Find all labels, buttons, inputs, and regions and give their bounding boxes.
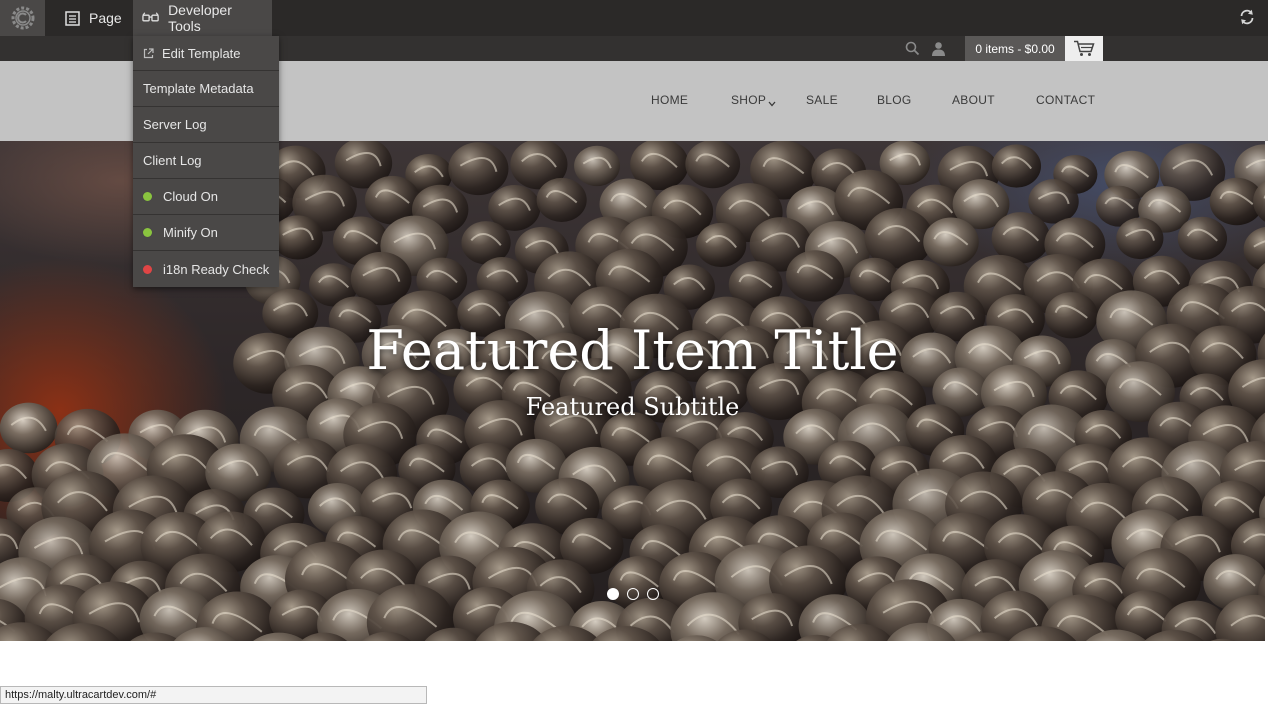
c-gear-logo-icon[interactable] xyxy=(0,0,45,36)
cloud-on-item[interactable]: Cloud On xyxy=(133,179,279,215)
client-log-item[interactable]: Client Log xyxy=(133,143,279,179)
status-bar-url: https://malty.ultracartdev.com/# xyxy=(0,686,427,704)
status-dot-icon xyxy=(143,192,152,201)
developer-tools-label: Developer Tools xyxy=(168,2,232,34)
glasses-icon xyxy=(142,12,159,22)
nav-blog[interactable]: BLOG xyxy=(877,93,912,107)
nav-about[interactable]: ABOUT xyxy=(952,93,995,107)
chevron-down-icon[interactable] xyxy=(768,94,776,112)
minify-on-label: Minify On xyxy=(163,225,218,240)
slide-dot-3[interactable] xyxy=(647,588,659,600)
nav-home[interactable]: HOME xyxy=(651,93,688,107)
page-icon xyxy=(65,10,80,26)
page-menu-label: Page xyxy=(89,10,122,26)
developer-toolbar: Page Developer Tools xyxy=(0,0,1268,36)
page-menu[interactable]: Page xyxy=(55,0,132,36)
external-link-icon xyxy=(143,47,154,58)
edit-template-label: Edit Template xyxy=(162,45,241,61)
status-dot-icon xyxy=(143,228,152,237)
status-dot-icon xyxy=(143,264,152,274)
refresh-icon[interactable] xyxy=(1238,8,1256,31)
i18n-ready-check-item[interactable]: i18n Ready Check xyxy=(133,251,279,287)
developer-tools-dropdown: Edit Template Template Metadata Server L… xyxy=(133,36,279,287)
nav-contact[interactable]: CONTACT xyxy=(1036,93,1095,107)
slider-dots xyxy=(607,588,659,600)
server-log-item[interactable]: Server Log xyxy=(133,107,279,143)
cloud-on-label: Cloud On xyxy=(163,189,218,204)
server-log-label: Server Log xyxy=(143,117,207,132)
featured-subtitle: Featured Subtitle xyxy=(525,393,740,421)
user-icon[interactable] xyxy=(931,41,946,61)
featured-title: Featured Item Title xyxy=(366,319,899,382)
minify-on-item[interactable]: Minify On xyxy=(133,215,279,251)
nav-shop[interactable]: SHOP xyxy=(731,93,766,107)
cart-summary[interactable]: 0 items - $0.00 xyxy=(965,36,1065,61)
template-metadata-label: Template Metadata xyxy=(143,81,254,96)
slide-dot-2[interactable] xyxy=(627,588,639,600)
client-log-label: Client Log xyxy=(143,153,202,168)
search-icon[interactable] xyxy=(905,41,920,61)
edit-template-item[interactable]: Edit Template xyxy=(133,36,279,71)
cart-icon[interactable] xyxy=(1065,36,1103,61)
slide-dot-1[interactable] xyxy=(607,588,619,600)
developer-tools-menu[interactable]: Developer Tools xyxy=(133,0,272,36)
nav-sale[interactable]: SALE xyxy=(806,93,838,107)
cart-summary-text: 0 items - $0.00 xyxy=(975,41,1055,56)
i18n-ready-check-label: i18n Ready Check xyxy=(163,261,270,277)
template-metadata-item[interactable]: Template Metadata xyxy=(133,71,279,107)
